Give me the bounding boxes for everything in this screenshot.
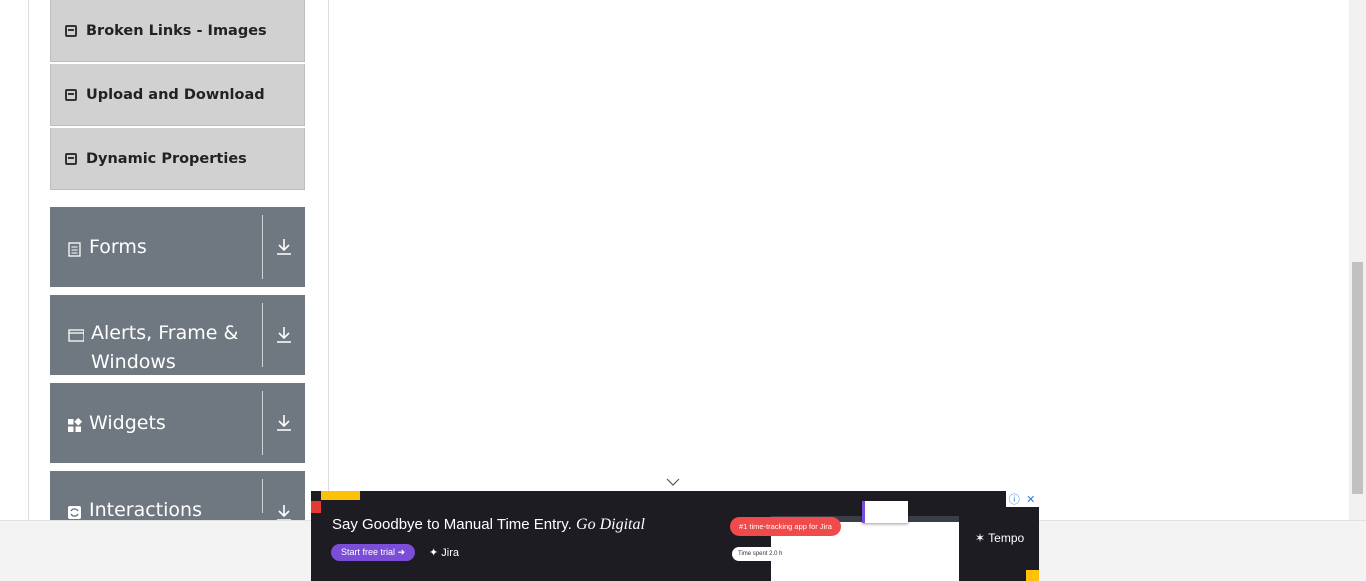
content-left-border xyxy=(28,0,29,520)
download-icon[interactable] xyxy=(263,207,305,287)
group-forms[interactable]: Forms xyxy=(50,207,305,287)
group-header: Widgets xyxy=(50,383,262,463)
group-label: Alerts, Frame & Windows xyxy=(91,322,239,373)
brand-name: Tempo xyxy=(988,531,1025,545)
group-header: Interactions xyxy=(50,471,262,521)
sidebar-right-border xyxy=(328,0,329,520)
sidebar-item-label: Broken Links - Images xyxy=(86,22,267,39)
window-icon xyxy=(68,329,84,342)
download-icon[interactable] xyxy=(263,295,305,375)
html-icon xyxy=(65,152,77,165)
tempo-logo: ✶ Tempo xyxy=(975,531,1025,545)
sidebar-item-broken-links[interactable]: Broken Links - Images xyxy=(50,0,305,62)
decor-shape xyxy=(321,491,360,500)
download-icon[interactable] xyxy=(263,471,305,521)
vertical-scrollbar[interactable] xyxy=(1349,0,1366,521)
jira-logo: ✦ Jira xyxy=(429,547,460,559)
sidebar-item-dynamic-properties[interactable]: Dynamic Properties xyxy=(50,128,305,190)
interactions-icon xyxy=(68,506,81,519)
group-header: Forms xyxy=(50,207,262,287)
html-icon xyxy=(65,88,77,101)
group-label: Interactions xyxy=(89,499,202,521)
ad-headline-emphasis: Go Digital xyxy=(576,516,645,533)
advertisement-banner[interactable]: Say Goodbye to Manual Time Entry. Go Dig… xyxy=(311,491,1039,581)
close-icon[interactable]: ✕ xyxy=(1023,491,1040,507)
download-icon[interactable] xyxy=(263,383,305,463)
ad-time-pill: Time spent 2.0 h xyxy=(732,547,789,561)
partner-name: Jira xyxy=(441,547,460,559)
chevron-down-icon[interactable] xyxy=(666,478,680,486)
elements-submenu: Broken Links - Images Upload and Downloa… xyxy=(50,0,305,192)
sidebar-item-upload-download[interactable]: Upload and Download xyxy=(50,64,305,126)
decor-shape xyxy=(311,501,321,513)
cta-label: Start free trial xyxy=(341,547,396,557)
group-label: Widgets xyxy=(89,412,166,434)
start-free-trial-button[interactable]: Start free trial ➜ xyxy=(331,544,416,561)
decor-shape xyxy=(1026,570,1039,581)
group-widgets[interactable]: Widgets xyxy=(50,383,305,463)
group-alerts[interactable]: Alerts, Frame & Windows xyxy=(50,295,305,375)
info-icon[interactable]: ⓘ xyxy=(1006,491,1023,507)
sidebar-item-label: Upload and Download xyxy=(86,86,265,103)
html-icon xyxy=(65,24,77,37)
group-label: Forms xyxy=(89,236,147,258)
sidebar-item-label: Dynamic Properties xyxy=(86,150,247,167)
ad-pill: #1 time-tracking app for Jira xyxy=(730,517,841,536)
group-header: Alerts, Frame & Windows xyxy=(50,295,262,375)
widgets-icon xyxy=(68,418,82,432)
mock-card xyxy=(862,501,908,523)
group-interactions[interactable]: Interactions xyxy=(50,471,305,521)
scrollbar-thumb[interactable] xyxy=(1352,262,1363,494)
form-icon xyxy=(68,242,81,257)
ad-choices[interactable]: ⓘ ✕ xyxy=(1006,491,1039,507)
page: Broken Links - Images Upload and Downloa… xyxy=(0,0,1366,581)
ad-headline-text: Say Goodbye to Manual Time Entry. xyxy=(332,516,572,533)
ad-headline: Say Goodbye to Manual Time Entry. Go Dig… xyxy=(332,516,645,534)
